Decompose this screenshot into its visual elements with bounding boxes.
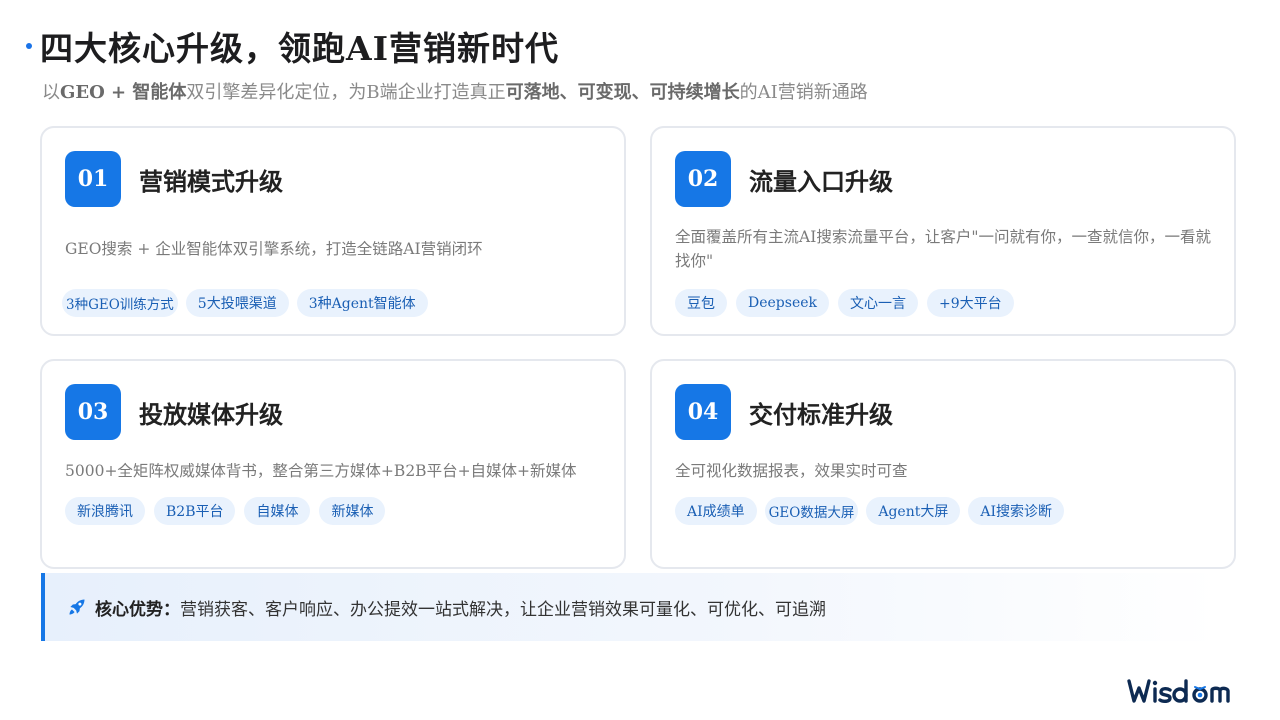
subtitle-middle: 双引擎差异化定位，为B端企业打造真正 bbox=[186, 82, 506, 103]
tag: GEO数据大屏 bbox=[764, 497, 859, 525]
tag: AI搜索诊断 bbox=[968, 497, 1064, 525]
subtitle-suffix: 的AI营销新通路 bbox=[739, 82, 868, 103]
card-number-badge: 01 bbox=[65, 151, 121, 207]
card-description: 全面覆盖所有主流AI搜索流量平台，让客户"一问就有你，一查就信你，一看就找你" bbox=[675, 228, 1211, 270]
subtitle-highlight-engines: GEO + 智能体 bbox=[60, 82, 187, 103]
tag: 3种GEO训练方式 bbox=[62, 289, 178, 317]
card-title: 流量入口升级 bbox=[749, 166, 893, 196]
wisdom-logo bbox=[1127, 679, 1230, 703]
page-subtitle: 以GEO + 智能体双引擎差异化定位，为B端企业打造真正可落地、可变现、可持续增… bbox=[42, 78, 868, 104]
card-title: 交付标准升级 bbox=[749, 399, 893, 429]
advantage-label: 核心优势： bbox=[95, 599, 180, 620]
card-description: 5000+全矩阵权威媒体背书，整合第三方媒体+B2B平台+自媒体+新媒体 bbox=[65, 462, 577, 480]
card-marketing-mode: 01 营销模式升级 GEO搜索 + 企业智能体双引擎系统，打造全链路AI营销闭环… bbox=[40, 126, 626, 336]
card-tags: 新浪腾讯 B2B平台 自媒体 新媒体 bbox=[65, 497, 386, 525]
tag: Agent大屏 bbox=[866, 497, 961, 525]
tag: 新浪腾讯 bbox=[65, 497, 145, 525]
tag: 3种Agent智能体 bbox=[296, 289, 428, 317]
card-title: 营销模式升级 bbox=[139, 166, 283, 196]
rocket-icon bbox=[69, 599, 85, 615]
card-tags: 3种GEO训练方式 5大投喂渠道 3种Agent智能体 bbox=[62, 289, 428, 317]
card-header: 04 交付标准升级 bbox=[675, 384, 893, 440]
card-number-badge: 02 bbox=[675, 151, 731, 207]
title-row: 四大核心升级，领跑AI营销新时代 bbox=[26, 22, 559, 70]
core-advantage-banner: 核心优势： 营销获客、客户响应、办公提效一站式解决，让企业营销效果可量化、可优化… bbox=[41, 573, 1221, 641]
advantage-text: 营销获客、客户响应、办公提效一站式解决，让企业营销效果可量化、可优化、可追溯 bbox=[180, 599, 826, 620]
page-title: 四大核心升级，领跑AI营销新时代 bbox=[40, 29, 560, 68]
tag: 新媒体 bbox=[319, 497, 386, 525]
card-number-badge: 04 bbox=[675, 384, 731, 440]
tag: 5大投喂渠道 bbox=[185, 289, 289, 317]
tag: B2B平台 bbox=[154, 497, 236, 525]
tag: AI成绩单 bbox=[675, 497, 757, 525]
card-title: 投放媒体升级 bbox=[139, 399, 283, 429]
card-traffic-entry: 02 流量入口升级 全面覆盖所有主流AI搜索流量平台，让客户"一问就有你，一查就… bbox=[650, 126, 1236, 336]
title-bullet bbox=[26, 43, 32, 49]
card-header: 03 投放媒体升级 bbox=[65, 384, 283, 440]
card-description: 全可视化数据报表，效果实时可查 bbox=[675, 462, 908, 480]
card-header: 02 流量入口升级 bbox=[675, 151, 893, 207]
card-media-placement: 03 投放媒体升级 5000+全矩阵权威媒体背书，整合第三方媒体+B2B平台+自… bbox=[40, 359, 626, 569]
card-number-badge: 03 bbox=[65, 384, 121, 440]
card-description: GEO搜索 + 企业智能体双引擎系统，打造全链路AI营销闭环 bbox=[65, 240, 483, 258]
card-delivery-standard: 04 交付标准升级 全可视化数据报表，效果实时可查 AI成绩单 GEO数据大屏 … bbox=[650, 359, 1236, 569]
tag: Deepseek bbox=[736, 289, 829, 317]
subtitle-prefix: 以 bbox=[42, 82, 60, 103]
tag: +9大平台 bbox=[927, 289, 1014, 317]
tag: 豆包 bbox=[675, 289, 727, 317]
card-tags: AI成绩单 GEO数据大屏 Agent大屏 AI搜索诊断 bbox=[675, 497, 1064, 525]
tag: 自媒体 bbox=[244, 497, 311, 525]
tag: 文心一言 bbox=[838, 289, 918, 317]
card-tags: 豆包 Deepseek 文心一言 +9大平台 bbox=[675, 289, 1014, 317]
card-header: 01 营销模式升级 bbox=[65, 151, 283, 207]
subtitle-highlight-goals: 可落地、可变现、可持续增长 bbox=[505, 82, 740, 103]
